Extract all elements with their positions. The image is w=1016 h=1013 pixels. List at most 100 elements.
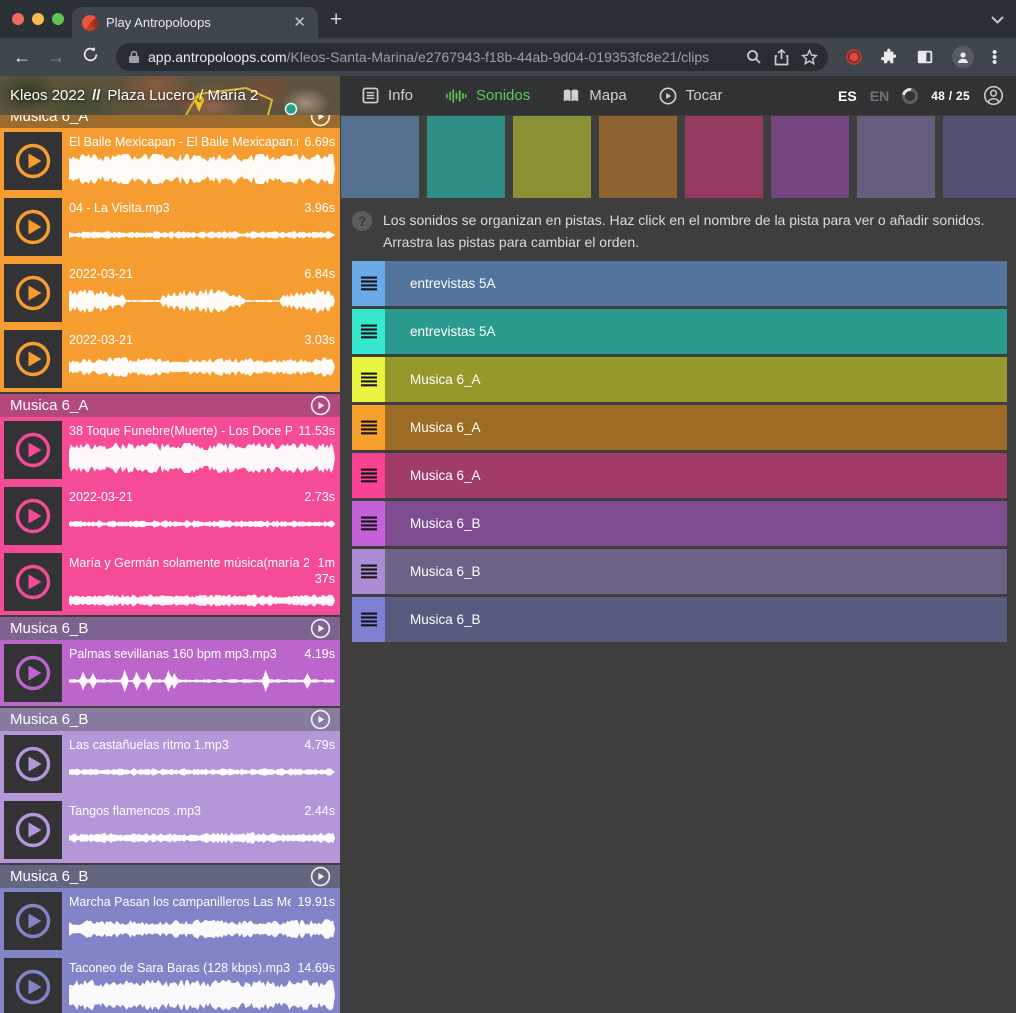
clip-play-button[interactable] [4, 735, 62, 793]
clip-play-button[interactable] [4, 330, 62, 388]
forward-button[interactable]: → [42, 47, 70, 68]
clip-name: El Baile Mexicapan - El Baile Mexicapan.… [69, 134, 298, 150]
tab-close-icon[interactable]: ✕ [291, 13, 308, 32]
track-row[interactable]: entrevistas 5A [352, 309, 1007, 354]
track-row[interactable]: Musica 6_B [352, 549, 1007, 594]
clip-cell[interactable] [771, 116, 849, 198]
clip-play-button[interactable] [4, 264, 62, 322]
clip-cell[interactable] [341, 116, 419, 198]
track-section-header[interactable]: Musica 6_B [0, 617, 340, 640]
audio-clip[interactable]: 2022-03-213.03s [0, 326, 340, 392]
clip-play-button[interactable] [4, 644, 62, 702]
side-panel-icon[interactable] [916, 48, 934, 66]
browser-tab[interactable]: Play Antropoloops ✕ [72, 7, 318, 38]
track-drag-handle[interactable] [352, 261, 385, 306]
new-tab-button[interactable]: + [330, 8, 342, 32]
track-row[interactable]: Musica 6_A [352, 357, 1007, 402]
clip-play-button[interactable] [4, 958, 62, 1013]
clip-play-button[interactable] [4, 801, 62, 859]
section-play-button[interactable] [310, 618, 331, 639]
track-section-header[interactable]: Musica 6_B [0, 708, 340, 731]
language-en-button[interactable]: EN [870, 88, 889, 104]
breadcrumb-project[interactable]: Kleos 2022 [10, 87, 85, 104]
track-row-body[interactable]: entrevistas 5A [385, 309, 1007, 354]
clip-play-button[interactable] [4, 198, 62, 256]
audio-clip[interactable]: Tangos flamencos .mp32.44s [0, 797, 340, 863]
track-row[interactable]: Musica 6_A [352, 453, 1007, 498]
language-es-button[interactable]: ES [838, 88, 857, 104]
screen-record-indicator[interactable] [846, 49, 862, 65]
track-drag-handle[interactable] [352, 309, 385, 354]
nav-tab-tocar[interactable]: Tocar [659, 87, 723, 105]
clip-cell[interactable] [943, 116, 1016, 198]
track-row-body[interactable]: Musica 6_B [385, 549, 1007, 594]
share-icon[interactable] [774, 49, 789, 66]
clip-play-button[interactable] [4, 553, 62, 611]
track-row-body[interactable]: entrevistas 5A [385, 261, 1007, 306]
track-row-body[interactable]: Musica 6_B [385, 501, 1007, 546]
track-section-header[interactable]: Musica 6_B [0, 865, 340, 888]
audio-clip[interactable]: Taconeo de Sara Baras (128 kbps).mp314.6… [0, 954, 340, 1013]
clip-play-button[interactable] [4, 132, 62, 190]
clip-play-button[interactable] [4, 487, 62, 545]
track-drag-handle[interactable] [352, 405, 385, 450]
soundwave-icon [445, 88, 467, 104]
bookmark-star-icon[interactable] [801, 49, 818, 66]
clip-main: El Baile Mexicapan - El Baile Mexicapan.… [69, 132, 335, 190]
browser-menu-icon[interactable]: ••• [992, 50, 1002, 65]
audio-clip[interactable]: 2022-03-212.73s [0, 483, 340, 549]
section-title: Musica 6_B [10, 868, 88, 885]
track-drag-handle[interactable] [352, 357, 385, 402]
tab-search-chevron-icon[interactable] [991, 12, 1004, 27]
track-section-header[interactable]: Musica 6_A [0, 115, 340, 128]
track-row-body[interactable]: Musica 6_A [385, 357, 1007, 402]
zoom-page-icon[interactable] [746, 49, 762, 65]
track-drag-handle[interactable] [352, 597, 385, 642]
track-drag-handle[interactable] [352, 501, 385, 546]
breadcrumb[interactable]: Kleos 2022//Plaza Lucero / María 2 [0, 87, 258, 104]
audio-clip[interactable]: María y Germán solamente música(maría 2.… [0, 549, 340, 615]
back-button[interactable]: ← [8, 47, 36, 68]
minimize-window-button[interactable] [32, 13, 44, 25]
track-row-body[interactable]: Musica 6_A [385, 453, 1007, 498]
track-drag-handle[interactable] [352, 453, 385, 498]
audio-clip[interactable]: 04 - La Visita.mp33.96s [0, 194, 340, 260]
track-drag-handle[interactable] [352, 549, 385, 594]
nav-tab-info[interactable]: Info [362, 87, 413, 104]
section-play-button[interactable] [310, 709, 331, 730]
section-play-button[interactable] [310, 866, 331, 887]
audio-clip[interactable]: El Baile Mexicapan - El Baile Mexicapan.… [0, 128, 340, 194]
section-play-button[interactable] [310, 115, 331, 127]
nav-tab-mapa[interactable]: Mapa [562, 87, 627, 104]
address-bar[interactable]: app.antropoloops.com /Kleos-Santa-Marina… [116, 43, 828, 71]
audio-clip[interactable]: Palmas sevillanas 160 bpm mp3.mp34.19s [0, 640, 340, 706]
track-row[interactable]: Musica 6_B [352, 597, 1007, 642]
clip-cell[interactable] [599, 116, 677, 198]
audio-clip[interactable]: Las castañuelas ritmo 1.mp34.79s [0, 731, 340, 797]
audio-clip[interactable]: Marcha Pasan los campanilleros Las Mejor… [0, 888, 340, 954]
profile-avatar[interactable] [952, 46, 974, 68]
clip-play-button[interactable] [4, 892, 62, 950]
track-section-header[interactable]: Musica 6_A [0, 394, 340, 417]
track-row[interactable]: entrevistas 5A [352, 261, 1007, 306]
clip-cell[interactable] [857, 116, 935, 198]
audio-clip[interactable]: 38 Toque Funebre(Muerte) - Los Doce Par.… [0, 417, 340, 483]
track-row[interactable]: Musica 6_B [352, 501, 1007, 546]
extensions-puzzle-icon[interactable] [880, 48, 898, 66]
lock-icon[interactable] [128, 50, 140, 64]
zoom-window-button[interactable] [52, 13, 64, 25]
nav-tab-sonidos[interactable]: Sonidos [445, 87, 530, 104]
window-controls[interactable] [12, 13, 64, 25]
close-window-button[interactable] [12, 13, 24, 25]
track-row-body[interactable]: Musica 6_A [385, 405, 1007, 450]
clip-cell[interactable] [427, 116, 505, 198]
account-icon[interactable] [983, 85, 1004, 106]
track-row-body[interactable]: Musica 6_B [385, 597, 1007, 642]
clip-play-button[interactable] [4, 421, 62, 479]
track-row[interactable]: Musica 6_A [352, 405, 1007, 450]
section-play-button[interactable] [310, 395, 331, 416]
clip-cell[interactable] [513, 116, 591, 198]
audio-clip[interactable]: 2022-03-216.84s [0, 260, 340, 326]
reload-button[interactable] [76, 46, 104, 68]
clip-cell[interactable] [685, 116, 763, 198]
